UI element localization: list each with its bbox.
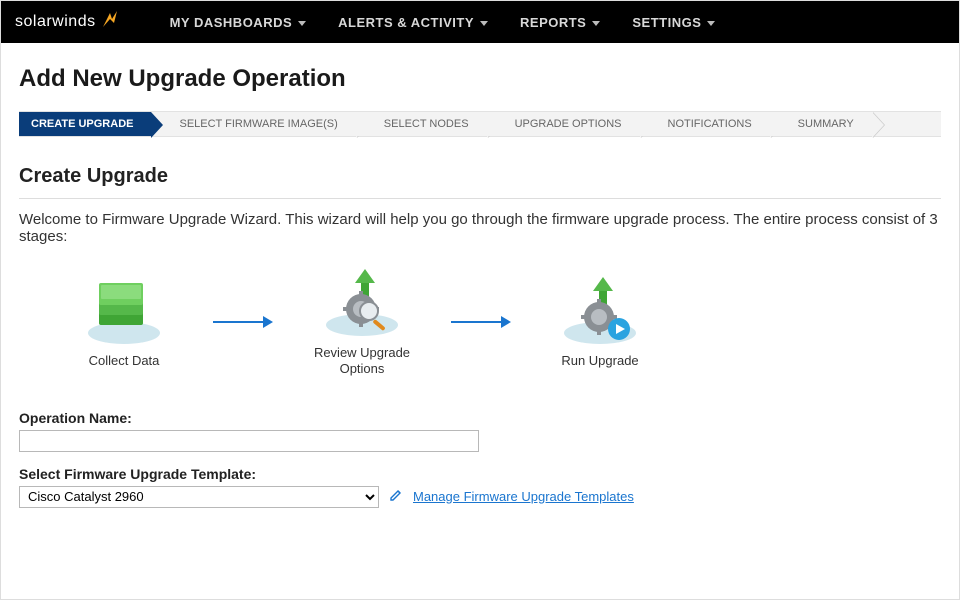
stage-label: Collect Data — [89, 353, 160, 369]
create-upgrade-section: Create Upgrade Welcome to Firmware Upgra… — [19, 165, 941, 508]
operation-name-input[interactable] — [19, 430, 479, 452]
run-upgrade-icon — [555, 277, 645, 347]
step-select-firmware-images[interactable]: SELECT FIRMWARE IMAGE(S) — [151, 112, 355, 136]
step-label: SELECT NODES — [384, 118, 469, 130]
step-label: CREATE UPGRADE — [31, 118, 133, 130]
step-label: SUMMARY — [798, 118, 854, 130]
brand-logo[interactable]: solarwinds — [15, 9, 122, 36]
nav-label: SETTINGS — [632, 15, 701, 30]
stage-collect-data: Collect Data — [59, 277, 189, 369]
section-divider — [19, 198, 941, 199]
template-select[interactable]: Cisco Catalyst 2960 — [19, 486, 379, 508]
caret-down-icon — [298, 15, 306, 30]
top-nav: solarwinds MY DASHBOARDS ALERTS & ACTIVI… — [1, 1, 959, 43]
nav-my-dashboards[interactable]: MY DASHBOARDS — [170, 15, 307, 30]
step-label: UPGRADE OPTIONS — [515, 118, 622, 130]
step-create-upgrade[interactable]: CREATE UPGRADE — [19, 112, 151, 136]
step-select-nodes[interactable]: SELECT NODES — [356, 112, 487, 136]
nav-reports[interactable]: REPORTS — [520, 15, 600, 30]
step-summary[interactable]: SUMMARY — [770, 112, 872, 136]
nav-label: REPORTS — [520, 15, 586, 30]
operation-name-group: Operation Name: — [19, 410, 941, 452]
step-notifications[interactable]: NOTIFICATIONS — [640, 112, 770, 136]
wizard-steps: CREATE UPGRADE SELECT FIRMWARE IMAGE(S) … — [19, 111, 941, 137]
collect-data-icon — [79, 277, 169, 347]
page-title: Add New Upgrade Operation — [19, 65, 941, 93]
arrow-right-icon — [451, 314, 511, 333]
caret-down-icon — [707, 15, 715, 30]
arrow-right-icon — [213, 314, 273, 333]
stage-review-options: Review Upgrade Options — [297, 269, 427, 378]
section-intro: Welcome to Firmware Upgrade Wizard. This… — [19, 211, 941, 245]
nav-label: ALERTS & ACTIVITY — [338, 15, 474, 30]
stage-label: Review Upgrade Options — [297, 345, 427, 378]
brand-name: solarwinds — [15, 13, 96, 31]
template-label: Select Firmware Upgrade Template: — [19, 466, 941, 482]
link-text: Manage Firmware Upgrade Templates — [413, 489, 634, 504]
step-label: SELECT FIRMWARE IMAGE(S) — [179, 118, 337, 130]
section-title: Create Upgrade — [19, 165, 941, 188]
page-body: Add New Upgrade Operation CREATE UPGRADE… — [1, 43, 959, 508]
stage-label: Run Upgrade — [561, 353, 638, 369]
nav-alerts-activity[interactable]: ALERTS & ACTIVITY — [338, 15, 488, 30]
nav-settings[interactable]: SETTINGS — [632, 15, 715, 30]
stage-run-upgrade: Run Upgrade — [535, 277, 665, 369]
nav-menu: MY DASHBOARDS ALERTS & ACTIVITY REPORTS … — [170, 15, 716, 30]
caret-down-icon — [592, 15, 600, 30]
pencil-edit-icon — [389, 488, 403, 505]
manage-templates-link[interactable]: Manage Firmware Upgrade Templates — [413, 489, 634, 504]
operation-name-label: Operation Name: — [19, 410, 941, 426]
step-label: NOTIFICATIONS — [668, 118, 752, 130]
caret-down-icon — [480, 15, 488, 30]
step-upgrade-options[interactable]: UPGRADE OPTIONS — [487, 112, 640, 136]
template-group: Select Firmware Upgrade Template: Cisco … — [19, 466, 941, 508]
solarwinds-flame-icon — [100, 9, 122, 36]
nav-label: MY DASHBOARDS — [170, 15, 293, 30]
stages-diagram: Collect Data — [19, 263, 941, 396]
review-options-icon — [317, 269, 407, 339]
